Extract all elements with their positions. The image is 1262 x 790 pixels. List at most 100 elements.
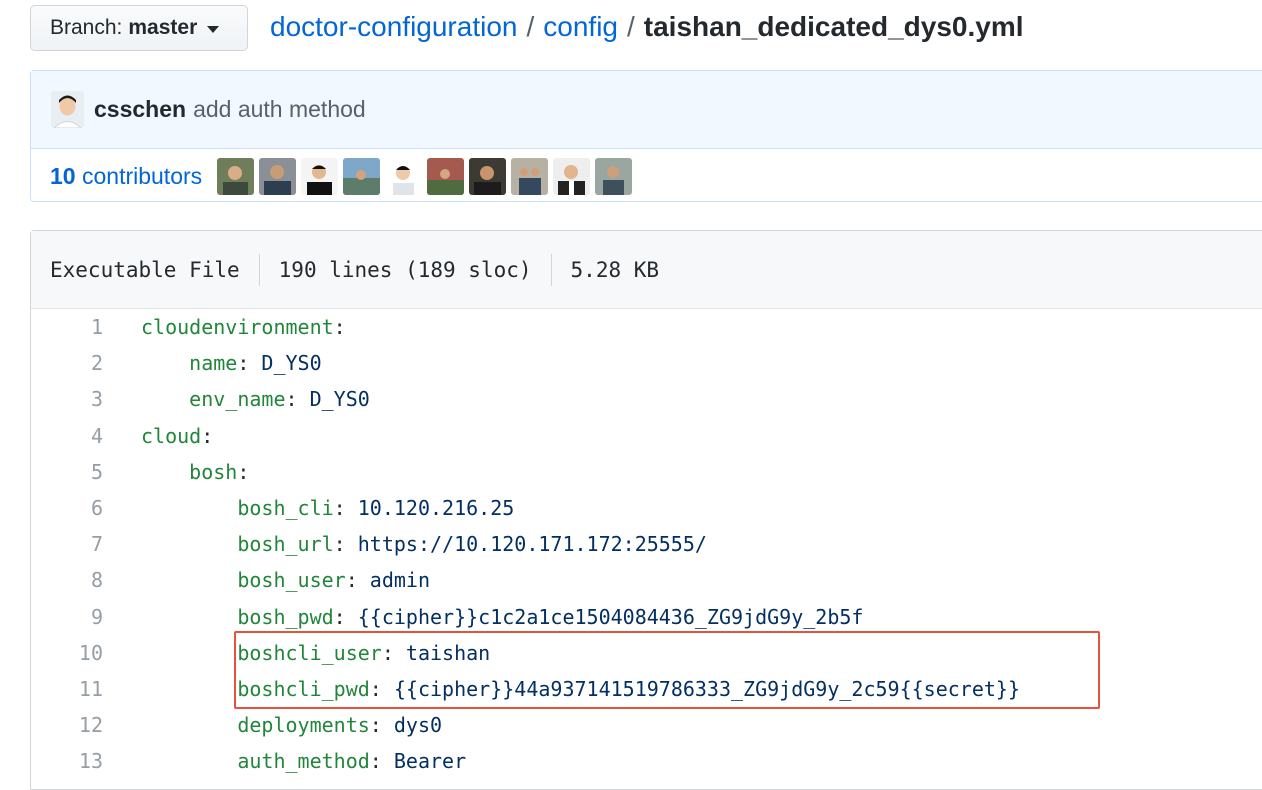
yaml-colon: : <box>333 532 346 557</box>
contributor-avatar[interactable] <box>553 157 591 195</box>
code-line: 13 auth_method: Bearer <box>31 743 1262 779</box>
yaml-colon: : <box>345 568 358 593</box>
contributors-row: 10 contributors <box>31 149 1262 203</box>
yaml-colon: : <box>201 423 214 448</box>
contributors-link[interactable]: 10 contributors <box>50 163 202 190</box>
line-number[interactable]: 8 <box>31 568 103 592</box>
file-line-count: 190 lines (189 sloc) <box>278 257 532 282</box>
yaml-colon: : <box>333 496 346 521</box>
contributor-avatar[interactable] <box>469 157 507 195</box>
line-number[interactable]: 9 <box>31 605 103 629</box>
yaml-key: bosh_user <box>237 568 346 593</box>
line-number[interactable]: 4 <box>31 424 103 448</box>
branch-label: Branch: <box>50 16 123 39</box>
code-line: 12 deployments: dys0 <box>31 707 1262 743</box>
contributor-avatar[interactable] <box>217 157 255 195</box>
contributor-avatar[interactable] <box>511 157 549 195</box>
line-content: bosh_url: https://10.120.171.172:25555/ <box>103 532 707 556</box>
line-content: bosh_cli: 10.120.216.25 <box>103 496 514 520</box>
contributor-avatar[interactable] <box>301 157 339 195</box>
yaml-key: name <box>189 351 238 376</box>
code-line: 9 bosh_pwd: {{cipher}}c1c2a1ce1504084436… <box>31 599 1262 635</box>
line-number[interactable]: 13 <box>31 749 103 773</box>
breadcrumb-repo-link[interactable]: doctor-configuration <box>270 11 517 42</box>
caret-down-icon <box>207 25 220 33</box>
contributor-avatar[interactable] <box>343 157 381 195</box>
branch-select-button[interactable]: Branch: master <box>30 5 248 51</box>
yaml-value: D_YS0 <box>297 387 370 412</box>
yaml-colon: : <box>369 713 382 738</box>
yaml-colon: : <box>285 387 298 412</box>
line-content: deployments: dys0 <box>103 713 442 737</box>
code-line: 6 bosh_cli: 10.120.216.25 <box>31 490 1262 526</box>
contributor-avatar[interactable] <box>259 157 297 195</box>
yaml-key: bosh_cli <box>237 496 334 521</box>
line-number[interactable]: 12 <box>31 713 103 737</box>
contributors-count: 10 <box>50 162 76 189</box>
contributor-avatar[interactable] <box>385 157 423 195</box>
contributor-avatar[interactable] <box>595 157 633 195</box>
yaml-colon: : <box>333 604 346 629</box>
yaml-colon: : <box>369 749 382 774</box>
breadcrumb-file-name: taishan_dedicated_dys0.yml <box>643 11 1024 42</box>
yaml-value: dys0 <box>381 713 443 738</box>
contributors-label: contributors <box>81 162 203 189</box>
highlight-annotation-box <box>234 631 1100 709</box>
yaml-colon: : <box>333 315 346 340</box>
yaml-value: {{cipher}}c1c2a1ce1504084436_ZG9jdG9y_2b… <box>345 604 864 629</box>
code-line: 8 bosh_user: admin <box>31 562 1262 598</box>
line-number[interactable]: 10 <box>31 641 103 665</box>
line-number[interactable]: 3 <box>31 387 103 411</box>
contributor-avatars <box>217 157 637 195</box>
line-content: cloudenvironment: <box>103 315 346 339</box>
line-number[interactable]: 6 <box>31 496 103 520</box>
yaml-key: cloudenvironment <box>141 315 334 340</box>
yaml-value: Bearer <box>381 749 467 774</box>
yaml-colon: : <box>237 459 250 484</box>
line-number[interactable]: 2 <box>31 351 103 375</box>
line-content: env_name: D_YS0 <box>103 387 370 411</box>
code-line: 4 cloud: <box>31 418 1262 454</box>
yaml-key: bosh_url <box>237 532 334 557</box>
line-number[interactable]: 1 <box>31 315 103 339</box>
commit-message-link[interactable]: add auth method <box>193 96 366 123</box>
author-avatar[interactable] <box>51 91 84 128</box>
line-number[interactable]: 11 <box>31 677 103 701</box>
line-number[interactable]: 5 <box>31 460 103 484</box>
yaml-key: bosh <box>189 459 238 484</box>
contributor-avatar[interactable] <box>427 157 465 195</box>
yaml-key: cloud <box>141 423 202 448</box>
line-content: bosh_pwd: {{cipher}}c1c2a1ce1504084436_Z… <box>103 605 863 629</box>
yaml-value: admin <box>357 568 430 593</box>
yaml-value: D_YS0 <box>249 351 322 376</box>
yaml-value: 10.120.216.25 <box>345 496 515 521</box>
code-line: 1 cloudenvironment: <box>31 309 1262 345</box>
file-info-bar: Executable File 190 lines (189 sloc) 5.2… <box>31 231 1262 309</box>
yaml-key: deployments <box>237 713 370 738</box>
line-content: bosh: <box>103 460 249 484</box>
code-line: 2 name: D_YS0 <box>31 345 1262 381</box>
file-mode: Executable File <box>50 257 240 282</box>
line-content: cloud: <box>103 424 213 448</box>
yaml-key: auth_method <box>237 749 370 774</box>
commit-tease: csschen add auth method 10 contributors <box>30 70 1262 202</box>
breadcrumb-separator: / <box>626 11 635 42</box>
file-info-divider <box>550 253 552 286</box>
code-line: 3 env_name: D_YS0 <box>31 381 1262 417</box>
breadcrumb-folder-link[interactable]: config <box>543 11 618 42</box>
commit-author-link[interactable]: csschen <box>94 96 186 123</box>
breadcrumb: doctor-configuration / config / taishan_dedi… <box>270 9 1024 45</box>
line-content: name: D_YS0 <box>103 351 322 376</box>
file-size: 5.28 KB <box>570 257 660 282</box>
line-number[interactable]: 7 <box>31 532 103 556</box>
